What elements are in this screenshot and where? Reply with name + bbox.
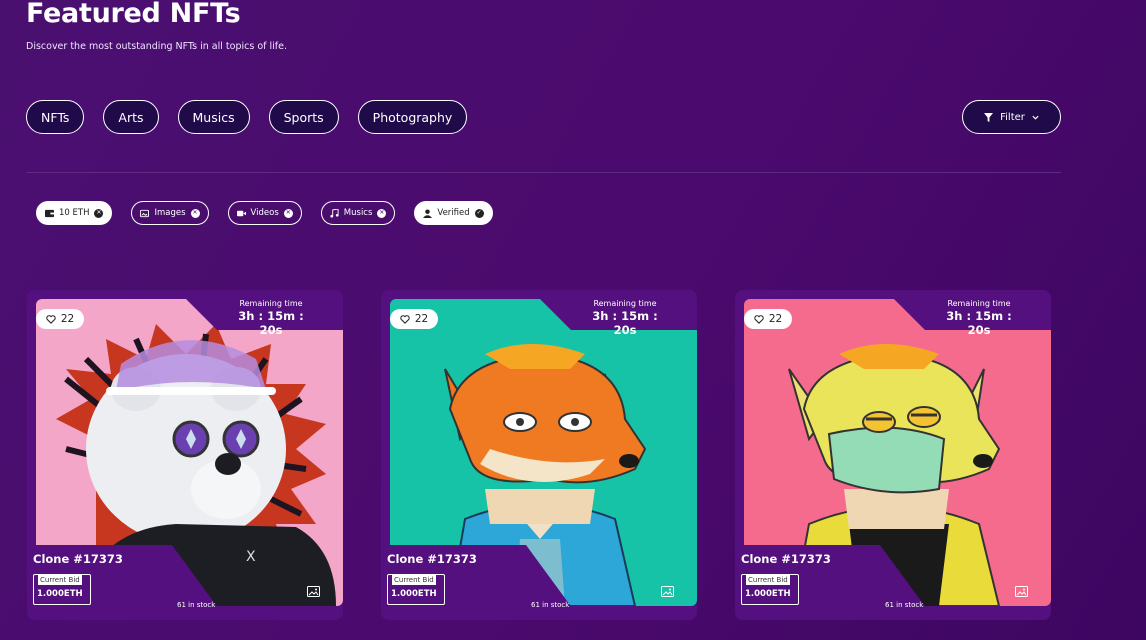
page-subtitle: Discover the most outstanding NFTs in al…	[26, 41, 287, 52]
svg-text:X: X	[246, 549, 256, 565]
stock-count: 61 in stock	[885, 601, 924, 609]
image-icon[interactable]	[1015, 586, 1028, 597]
current-bid-label: Current Bid	[392, 575, 436, 585]
like-button[interactable]: 22	[390, 309, 438, 329]
nft-name: Clone #17373	[33, 552, 123, 566]
tag-label: Images	[154, 208, 186, 218]
tag-videos[interactable]: Videos ✕	[227, 201, 302, 225]
current-bid-value: 1.000ETH	[745, 589, 791, 599]
current-bid-value: 1.000ETH	[37, 589, 83, 599]
nft-card[interactable]: Remaining time 3h : 15m : 20s 22 Clone #…	[735, 290, 1051, 620]
remove-tag-icon[interactable]: ✕	[190, 208, 200, 218]
user-icon	[423, 208, 433, 218]
nft-card[interactable]: X Remaining time 3h : 15m : 20s 22 Clone…	[27, 290, 343, 620]
page-title: Featured NFTs	[26, 0, 241, 29]
remaining-time-label: Remaining time	[593, 299, 657, 308]
image-icon[interactable]	[307, 586, 320, 597]
remove-tag-icon[interactable]: ✕	[283, 208, 293, 218]
remaining-time-value: 3h : 15m : 20s	[238, 309, 304, 337]
remaining-time-label: Remaining time	[239, 299, 303, 308]
like-count: 22	[60, 313, 75, 325]
category-nfts-button[interactable]: NFTs	[26, 100, 85, 134]
like-button[interactable]: 22	[36, 309, 84, 329]
images-icon	[140, 209, 150, 217]
nft-name: Clone #17373	[387, 552, 477, 566]
image-icon[interactable]	[661, 586, 674, 597]
chevron-down-icon	[1032, 115, 1039, 120]
remaining-time-label: Remaining time	[947, 299, 1011, 308]
wallet-icon	[45, 209, 54, 217]
like-button[interactable]: 22	[744, 309, 792, 329]
tag-images[interactable]: Images ✕	[131, 201, 209, 225]
nft-card[interactable]: Remaining time 3h : 15m : 20s 22 Clone #…	[381, 290, 697, 620]
heart-icon	[46, 314, 56, 324]
active-filter-tags: 10 ETH ✕ Images ✕ Videos ✕ Musics ✕ Veri…	[36, 201, 493, 225]
category-photography-button[interactable]: Photography	[357, 100, 468, 134]
tag-verified[interactable]: Verified ✓	[414, 201, 493, 225]
current-bid-label: Current Bid	[746, 575, 790, 585]
category-sports-button[interactable]: Sports	[268, 100, 339, 134]
heart-icon	[754, 314, 764, 324]
category-tabs: NFTs Arts Musics Sports Photography	[26, 100, 468, 134]
current-bid-label: Current Bid	[38, 575, 82, 585]
funnel-icon	[984, 112, 994, 122]
category-arts-button[interactable]: Arts	[103, 100, 159, 134]
nft-name: Clone #17373	[741, 552, 831, 566]
like-count: 22	[414, 313, 429, 325]
music-icon	[330, 208, 339, 218]
like-count: 22	[768, 313, 783, 325]
category-musics-button[interactable]: Musics	[177, 100, 250, 134]
tag-10-eth[interactable]: 10 ETH ✕	[36, 201, 113, 225]
section-divider	[26, 172, 1061, 173]
current-bid-value: 1.000ETH	[391, 589, 437, 599]
tag-musics[interactable]: Musics ✕	[320, 201, 396, 225]
tag-label: Videos	[250, 208, 279, 218]
verified-check-icon: ✓	[474, 208, 484, 218]
remaining-time-value: 3h : 15m : 20s	[592, 309, 658, 337]
tag-label: Musics	[343, 208, 373, 218]
remove-tag-icon[interactable]: ✕	[94, 208, 104, 218]
remaining-time-value: 3h : 15m : 20s	[946, 309, 1012, 337]
tag-label: Verified	[437, 208, 470, 218]
video-icon	[236, 210, 246, 216]
filter-button[interactable]: Filter	[962, 100, 1061, 134]
remove-tag-icon[interactable]: ✕	[377, 208, 387, 218]
stock-count: 61 in stock	[177, 601, 216, 609]
heart-icon	[400, 314, 410, 324]
filter-label: Filter	[1000, 111, 1025, 123]
stock-count: 61 in stock	[531, 601, 570, 609]
tag-label: 10 ETH	[59, 208, 90, 218]
